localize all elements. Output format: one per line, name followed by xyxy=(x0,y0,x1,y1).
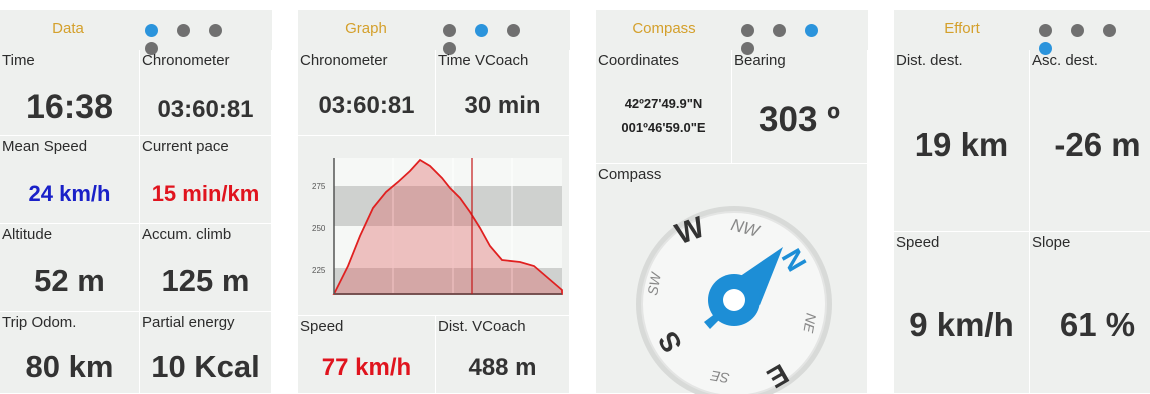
bearing-field[interactable]: Bearing 303 º xyxy=(732,50,868,164)
data-screen-header: Data xyxy=(0,10,272,55)
field-label: Partial energy xyxy=(142,314,235,331)
mean-speed-field[interactable]: Mean Speed 24 km/h xyxy=(0,136,140,224)
compass-center-dot xyxy=(723,289,745,311)
altitude-field[interactable]: Altitude 52 m xyxy=(0,224,140,312)
field-label: Accum. climb xyxy=(142,226,232,243)
field-label: Coordinates xyxy=(598,52,679,69)
altitude-profile-chart: 275 250 225 xyxy=(312,158,563,295)
page-indicator xyxy=(145,24,272,55)
effort-screen-header: Effort xyxy=(894,10,1150,55)
field-value: 03:60:81 xyxy=(318,92,415,119)
field-value: 61 % xyxy=(1059,306,1136,343)
screen-title: Graph xyxy=(345,20,387,37)
screen-title: Data xyxy=(52,20,84,37)
screen-title: Compass xyxy=(632,20,696,37)
graph-screen-header: Graph xyxy=(298,10,570,55)
coordinates-field[interactable]: Coordinates 42º27'49.9"N 001º46'59.0"E xyxy=(596,50,732,164)
field-value: 125 m xyxy=(161,263,250,298)
dist-dest-field[interactable]: Dist. dest. 19 km xyxy=(894,50,1030,232)
field-label: Altitude xyxy=(2,226,53,243)
trip-odometer-field[interactable]: Trip Odom. 80 km xyxy=(0,312,140,394)
field-label: Time xyxy=(2,52,35,69)
y-tick-label: 275 xyxy=(312,182,326,191)
graph-screen: Graph Chronometer 03:60:81 Time VCoach 3… xyxy=(298,10,570,394)
field-value: 03:60:81 xyxy=(157,96,254,123)
field-label: Bearing xyxy=(734,52,786,69)
speed-field[interactable]: Speed 9 km/h xyxy=(894,232,1030,394)
dist-vcoach-field[interactable]: Dist. VCoach 488 m xyxy=(436,316,570,394)
field-value: 303 º xyxy=(759,100,840,139)
altitude-graph[interactable]: 275 250 225 xyxy=(298,136,570,316)
page-dot-2[interactable] xyxy=(177,24,190,37)
field-value: 15 min/km xyxy=(151,181,260,206)
field-label: Speed xyxy=(300,318,344,335)
field-value: 9 km/h xyxy=(909,306,1014,343)
field-label: Asc. dest. xyxy=(1032,52,1098,69)
field-label: Time VCoach xyxy=(438,52,529,69)
accum-climb-field[interactable]: Accum. climb 125 m xyxy=(140,224,272,312)
page-dot-3[interactable] xyxy=(805,24,818,37)
page-dot-3[interactable] xyxy=(507,24,520,37)
page-dot-1[interactable] xyxy=(145,24,158,37)
field-label: Speed xyxy=(896,234,940,251)
partial-energy-field[interactable]: Partial energy 10 Kcal xyxy=(140,312,272,394)
field-label: Dist. dest. xyxy=(896,52,963,69)
slope-field[interactable]: Slope 61 % xyxy=(1030,232,1150,394)
field-value: 16:38 xyxy=(26,88,113,126)
chronometer-field[interactable]: Chronometer 03:60:81 xyxy=(140,50,272,136)
effort-screen: Effort Dist. dest. 19 km Asc. dest. -26 … xyxy=(894,10,1150,394)
page-dot-2[interactable] xyxy=(773,24,786,37)
compass-label-se: SE xyxy=(709,367,731,386)
compass-dial: W NW N NE E SE S SW xyxy=(636,206,832,394)
compass-screen: Compass Coordinates 42º27'49.9"N 001º46'… xyxy=(596,10,868,394)
page-dot-1[interactable] xyxy=(1039,24,1052,37)
field-label: Current pace xyxy=(142,138,229,155)
field-value: 30 min xyxy=(464,92,541,119)
field-value: 19 km xyxy=(914,126,1009,163)
time-field[interactable]: Time 16:38 xyxy=(0,50,140,136)
chronometer-field[interactable]: Chronometer 03:60:81 xyxy=(298,50,436,136)
data-screen: Data Time 16:38 Chronometer 03:60:81 Mea… xyxy=(0,10,272,394)
screen-title: Effort xyxy=(944,20,980,37)
field-value: 80 km xyxy=(25,349,114,384)
latitude-value: 42º27'49.9"N xyxy=(624,96,703,111)
page-dot-1[interactable] xyxy=(443,24,456,37)
page-dot-3[interactable] xyxy=(1103,24,1116,37)
speed-field[interactable]: Speed 77 km/h xyxy=(298,316,436,394)
page-dot-3[interactable] xyxy=(209,24,222,37)
time-vcoach-field[interactable]: Time VCoach 30 min xyxy=(436,50,570,136)
current-pace-field[interactable]: Current pace 15 min/km xyxy=(140,136,272,224)
field-value: -26 m xyxy=(1054,126,1141,163)
field-label: Dist. VCoach xyxy=(438,318,526,335)
field-label: Chronometer xyxy=(142,52,230,69)
page-dot-1[interactable] xyxy=(741,24,754,37)
y-tick-label: 225 xyxy=(312,266,326,275)
longitude-value: 001º46'59.0"E xyxy=(621,120,706,135)
page-dot-2[interactable] xyxy=(475,24,488,37)
y-tick-label: 250 xyxy=(312,224,326,233)
field-value: 10 Kcal xyxy=(151,349,260,384)
field-value: 488 m xyxy=(468,354,537,381)
field-label: Chronometer xyxy=(300,52,388,69)
field-label: Slope xyxy=(1032,234,1071,251)
field-value: 77 km/h xyxy=(321,354,412,381)
page-indicator xyxy=(1039,24,1150,55)
asc-dest-field[interactable]: Asc. dest. -26 m xyxy=(1030,50,1150,232)
compass-field[interactable]: Compass W NW N NE E SE S SW xyxy=(596,164,868,394)
field-label: Trip Odom. xyxy=(2,314,77,331)
page-indicator xyxy=(741,24,868,55)
field-value: 52 m xyxy=(34,263,105,298)
page-indicator xyxy=(443,24,570,55)
page-dot-2[interactable] xyxy=(1071,24,1084,37)
field-label: Mean Speed xyxy=(2,138,88,155)
field-value: 24 km/h xyxy=(28,181,111,206)
compass-screen-header: Compass xyxy=(596,10,868,55)
